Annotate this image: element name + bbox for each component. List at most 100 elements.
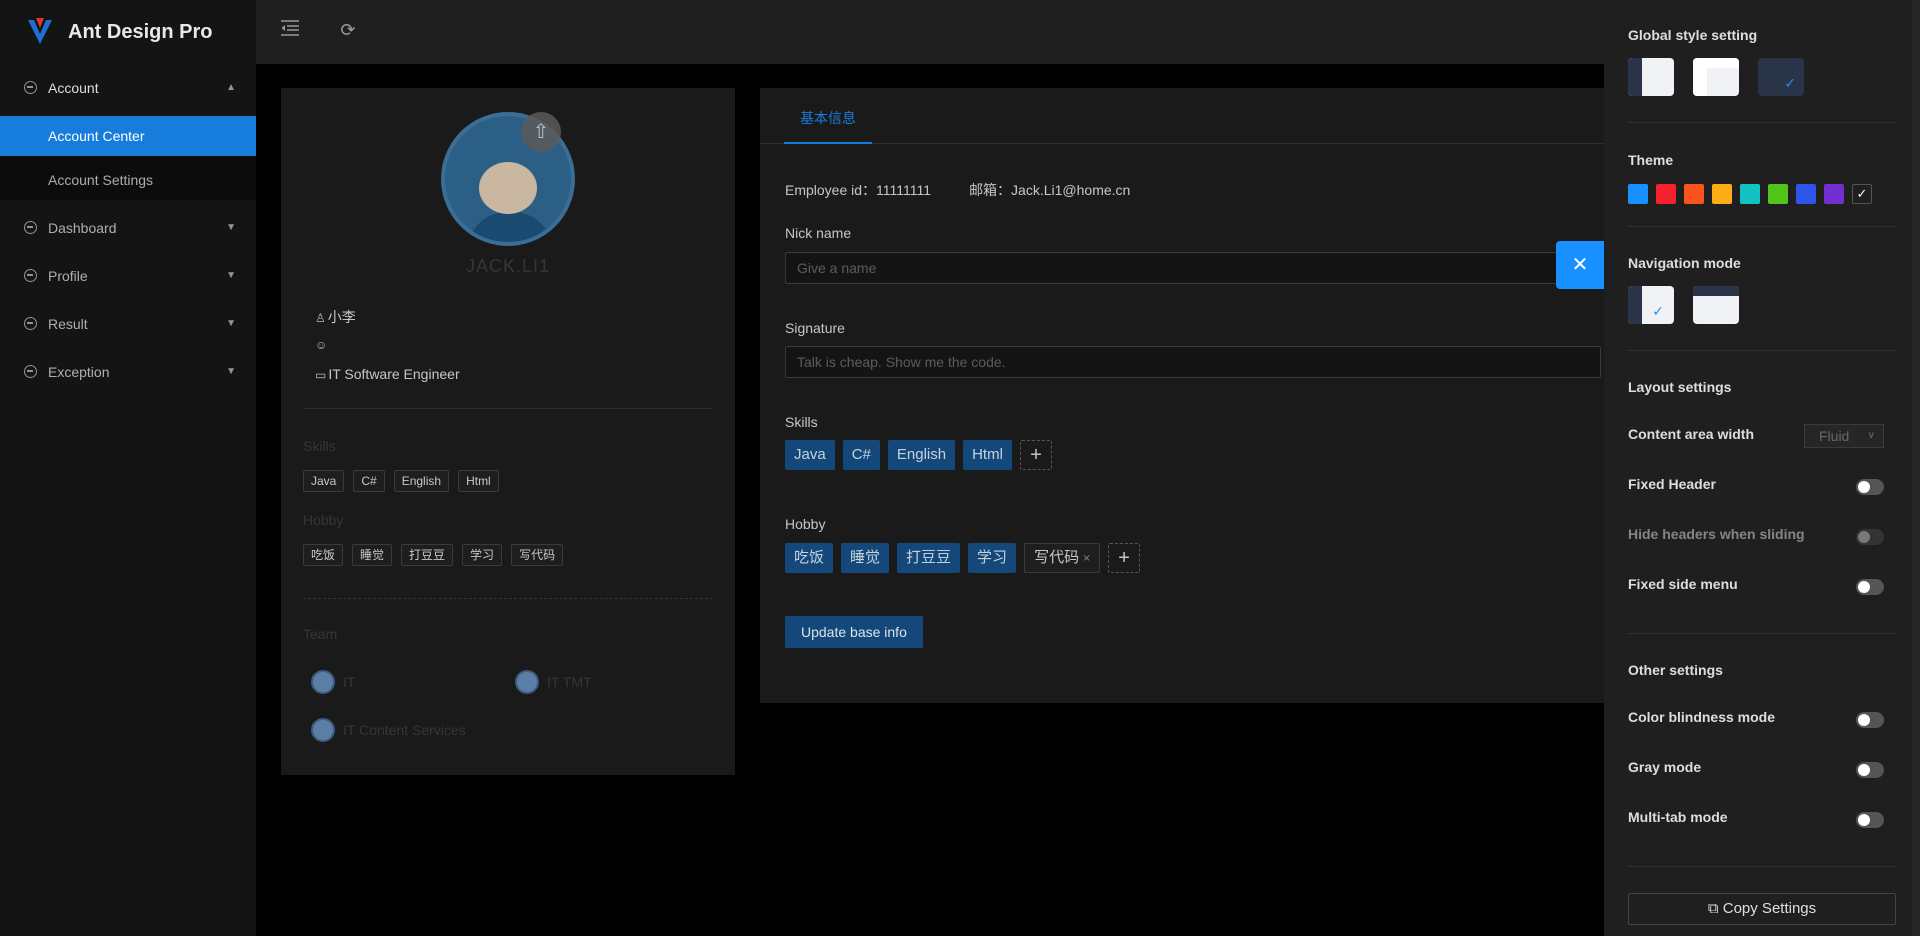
theme-swatch-dust[interactable] (1656, 184, 1676, 204)
hobby-tag-closable[interactable]: 写代码 × (1024, 543, 1101, 573)
style-realdark[interactable]: ✓ (1758, 58, 1804, 96)
ant-design-logo-icon (28, 18, 52, 44)
hobby-tag: 学习 (462, 544, 503, 566)
copy-icon: ⧉ (1707, 900, 1719, 917)
employee-email: 邮箱：Jack.Li1@home.cn (969, 182, 1131, 198)
check-icon: ✓ (1652, 303, 1664, 319)
theme-swatch-sunset[interactable] (1712, 184, 1732, 204)
theme-swatch-selected[interactable]: ✓ (1852, 184, 1872, 204)
sidebar: Ant Design Pro Account ▲ Account Center … (0, 0, 256, 936)
content-width-label: Content area width (1628, 426, 1755, 442)
team-item[interactable]: IT (303, 670, 355, 694)
result-icon (24, 317, 37, 330)
settings-drawer: Global style setting ✓ Theme ✓ Navigatio… (1604, 0, 1920, 936)
theme-swatch-purple[interactable] (1824, 184, 1844, 204)
hobby-tag: 吃饭 (303, 544, 344, 566)
divider (303, 408, 713, 409)
navigation-mode-heading: Navigation mode (1628, 255, 1741, 271)
theme-swatch-green[interactable] (1768, 184, 1788, 204)
hobby-tag[interactable]: 打豆豆 (897, 543, 961, 573)
hobby-tag: 打豆豆 (401, 544, 454, 566)
sidebar-item-label: Result (48, 316, 88, 332)
menu-fold-icon[interactable] (280, 20, 300, 40)
chevron-down-icon: ▼ (226, 366, 236, 377)
add-skill-button[interactable]: + (1019, 440, 1052, 470)
hide-headers-switch[interactable] (1856, 529, 1884, 545)
add-hobby-button[interactable]: + (1108, 543, 1141, 573)
theme-heading: Theme (1628, 152, 1674, 168)
style-light[interactable] (1693, 58, 1739, 96)
skill-tag[interactable]: Java (785, 440, 835, 470)
nav-mode-top[interactable] (1693, 286, 1739, 324)
close-drawer-button[interactable]: ✕ (1556, 241, 1604, 289)
gray-mode-switch[interactable] (1856, 762, 1884, 778)
close-icon: ✕ (1571, 254, 1589, 276)
sidebar-item-label: Profile (48, 268, 88, 284)
skill-tag[interactable]: Html (963, 440, 1012, 470)
divider (1628, 633, 1896, 634)
hide-headers-label: Hide headers when sliding (1628, 526, 1805, 542)
hobby-tag: 写代码 (511, 544, 564, 566)
copy-settings-button[interactable]: ⧉ Copy Settings (1628, 893, 1896, 925)
fixed-side-menu-switch[interactable] (1856, 579, 1884, 595)
skills-label: Skills (785, 414, 818, 430)
nav-mode-side[interactable]: ✓ (1628, 286, 1674, 324)
team-item[interactable]: IT Content Services (303, 718, 466, 742)
hobby-tag[interactable]: 睡觉 (841, 543, 890, 573)
base-info-card: 基本信息 Employee id：11111111 邮箱：Jack.Li1@hom… (760, 88, 1606, 703)
sidebar-item-profile[interactable]: Profile ▼ (0, 252, 256, 300)
dashboard-icon (24, 221, 37, 234)
color-blindness-switch[interactable] (1856, 712, 1884, 728)
content-width-select[interactable]: Fluid ∨ (1804, 424, 1884, 448)
sidebar-item-result[interactable]: Result ▼ (0, 300, 256, 348)
reload-icon[interactable]: ⟳ (338, 20, 358, 40)
profile-smile: ☺ (315, 336, 329, 352)
employee-info: Employee id：11111111 邮箱：Jack.Li1@home.cn (785, 180, 1130, 200)
skill-tag: Html (458, 470, 499, 492)
theme-swatch-geekblue[interactable] (1796, 184, 1816, 204)
team-avatar (311, 718, 335, 742)
skill-tag[interactable]: C# (842, 440, 880, 470)
sidebar-item-account-center[interactable]: Account Center (0, 116, 256, 156)
check-icon: ✓ (1856, 186, 1868, 201)
theme-swatch-daybreak[interactable] (1628, 184, 1648, 204)
logo[interactable]: Ant Design Pro (0, 0, 256, 64)
theme-swatch-cyan[interactable] (1740, 184, 1760, 204)
profile-icon (24, 269, 37, 282)
fixed-header-switch[interactable] (1856, 479, 1884, 495)
scrollbar[interactable] (1912, 0, 1920, 936)
hobby-tags: 吃饭 睡觉 打豆豆 学习 写代码 × + (785, 543, 1141, 573)
gray-mode-label: Gray mode (1628, 759, 1702, 775)
multi-tab-switch[interactable] (1856, 812, 1884, 828)
idcard-icon: ▭ (315, 368, 327, 382)
team-item[interactable]: IT TMT (507, 670, 592, 694)
sidebar-item-dashboard[interactable]: Dashboard ▼ (0, 204, 256, 252)
theme-swatch-volcano[interactable] (1684, 184, 1704, 204)
employee-id: Employee id：11111111 (785, 182, 932, 198)
upload-icon[interactable]: ⇧ (521, 112, 561, 152)
team-label: Team (303, 626, 338, 642)
hobby-tag[interactable]: 学习 (968, 543, 1017, 573)
profile-skills: Java C# English Html (303, 470, 499, 492)
hobby-tag[interactable]: 吃饭 (785, 543, 834, 573)
skill-tag: C# (353, 470, 385, 492)
profile-nickname: ♙ 小李 (315, 309, 356, 325)
style-dark-sider[interactable] (1628, 58, 1674, 96)
divider (303, 598, 713, 599)
chevron-down-icon: ▼ (226, 318, 236, 329)
sidebar-item-exception[interactable]: Exception ▼ (0, 348, 256, 396)
divider (1628, 350, 1896, 351)
chevron-down-icon: ▼ (226, 222, 236, 233)
signature-input[interactable]: Talk is cheap. Show me the code. (785, 346, 1601, 378)
close-icon[interactable]: × (1083, 551, 1090, 565)
divider (1628, 122, 1896, 123)
nickname-input[interactable]: Give a name (785, 252, 1601, 284)
sidebar-item-account[interactable]: Account ▲ (0, 64, 256, 112)
update-base-info-button[interactable]: Update base info (785, 616, 923, 648)
sidebar-item-account-settings[interactable]: Account Settings (0, 160, 256, 200)
app-title: Ant Design Pro (68, 20, 213, 43)
skill-tag[interactable]: English (887, 440, 956, 470)
tab-base-info[interactable]: 基本信息 (784, 88, 872, 144)
fixed-side-menu-label: Fixed side menu (1628, 576, 1738, 592)
chevron-down-icon: ▼ (226, 270, 236, 281)
